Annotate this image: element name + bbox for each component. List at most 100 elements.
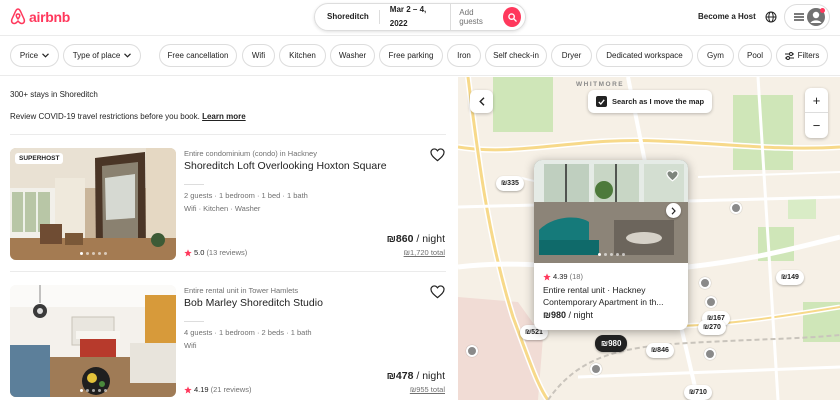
map-price-pin[interactable]: ₪846 [646, 343, 674, 358]
zoom-out-button[interactable]: − [805, 113, 828, 138]
listing-type: Entire condominium (condo) in Hackney [184, 149, 317, 158]
filter-label: Dedicated workspace [606, 51, 683, 60]
rating-value: 4.19 [194, 385, 209, 394]
map-card-photo [534, 160, 688, 263]
checkbox-checked[interactable] [596, 96, 607, 107]
listing-rating: 5.0 (13 reviews) [184, 248, 247, 257]
rating-value: 5.0 [194, 248, 205, 257]
search-guests[interactable]: Add guests [451, 8, 503, 26]
loft-photo [10, 148, 176, 260]
listing-title[interactable]: Shoreditch Loft Overlooking Hoxton Squar… [184, 160, 387, 172]
profile-menu-button[interactable] [784, 4, 830, 30]
zoom-in-button[interactable]: + [805, 88, 828, 113]
top-navbar: airbnb Shoreditch Mar 2 – 4, 2022 Add gu… [0, 0, 840, 36]
map-area-label: WHITMORE [576, 81, 625, 88]
language-button[interactable] [765, 10, 777, 28]
map-price-pin[interactable]: ₪270 [698, 320, 726, 335]
filter-free-parking[interactable]: Free parking [379, 44, 443, 67]
filter-price[interactable]: Price [10, 44, 59, 67]
filter-label: Dryer [561, 51, 582, 60]
filter-dedicated-workspace[interactable]: Dedicated workspace [596, 44, 693, 67]
map-location-pin[interactable] [466, 345, 478, 357]
listing-total-link[interactable]: ₪1,720 total [404, 248, 445, 257]
next-photo-button[interactable] [666, 203, 681, 218]
filter-free-cancellation[interactable]: Free cancellation [159, 44, 237, 67]
review-count: (18) [569, 272, 583, 281]
photo-pagination [10, 389, 176, 392]
search-button[interactable] [503, 7, 521, 27]
filter-label: Self check-in [493, 51, 539, 60]
listing-title[interactable]: Bob Marley Shoreditch Studio [184, 297, 323, 309]
filter-label: Gym [707, 51, 724, 60]
airbnb-logo[interactable]: airbnb [10, 8, 70, 25]
filter-label: Wifi [251, 51, 266, 60]
filter-kitchen[interactable]: Kitchen [279, 44, 326, 67]
map-location-pin[interactable] [730, 202, 742, 214]
filter-label: Iron [457, 51, 471, 60]
become-host-link[interactable]: Become a Host [698, 12, 756, 21]
save-listing-button[interactable] [666, 169, 679, 187]
save-listing-button[interactable] [430, 285, 445, 304]
filters-button[interactable]: Filters [776, 44, 828, 67]
check-icon [598, 98, 605, 105]
learn-more-link[interactable]: Learn more [202, 112, 246, 121]
map-price-pin[interactable]: ₪710 [684, 385, 712, 400]
map-price-pin[interactable]: ₪149 [776, 270, 804, 285]
listing-photo[interactable]: SUPERHOST [10, 148, 176, 260]
search-dates[interactable]: Mar 2 – 4, 2022 [380, 3, 452, 31]
rating-value: 4.39 [553, 272, 568, 281]
price-amount: ₪980 [543, 310, 566, 320]
covid-notice: Review COVID-19 travel restrictions befo… [10, 112, 246, 121]
filter-label: Free cancellation [167, 51, 229, 60]
map-location-pin[interactable] [705, 296, 717, 308]
listing-price: ₪860 / night [387, 233, 445, 245]
listing-photo[interactable] [10, 285, 176, 397]
map-location-pin[interactable] [699, 277, 711, 289]
star-icon [543, 272, 551, 280]
listing-amenities: Wifi [184, 341, 197, 350]
airbnb-logo-icon [10, 8, 26, 25]
globe-icon [765, 11, 777, 23]
filter-self-check-in[interactable]: Self check-in [485, 44, 547, 67]
filter-label: Free parking [388, 51, 434, 60]
filter-dryer[interactable]: Dryer [551, 44, 592, 67]
map-card-title: Entire rental unit · Hackney Contemporar… [543, 285, 664, 307]
review-count: (13 reviews) [206, 248, 248, 257]
avatar-icon [806, 8, 825, 26]
price-amount: ₪860 [386, 233, 414, 245]
filter-iron[interactable]: Iron [447, 44, 481, 67]
map-listing-card[interactable]: 4.39 (18) Entire rental unit · Hackney C… [534, 160, 688, 330]
search-as-move-toggle[interactable]: Search as I move the map [588, 90, 713, 113]
listing-card[interactable]: Entire rental unit in Tower Hamlets Bob … [10, 285, 446, 397]
chevron-left-icon [478, 97, 484, 106]
search-bar[interactable]: Shoreditch Mar 2 – 4, 2022 Add guests [314, 3, 526, 31]
map-location-pin[interactable] [704, 348, 716, 360]
price-per: / night [413, 370, 445, 382]
search-location[interactable]: Shoreditch [315, 10, 380, 24]
listing-card[interactable]: SUPERHOST Entire condominium (condo) in … [10, 148, 446, 260]
save-listing-button[interactable] [430, 148, 445, 167]
filter-label: Washer [338, 51, 367, 60]
filter-label: Price [19, 51, 39, 60]
listing-details: 4 guests · 1 bedroom · 2 beds · 1 bath [184, 328, 312, 337]
map-price-pin[interactable]: ₪335 [496, 176, 524, 191]
map-panel[interactable]: WHITMORE Search as I move the map + − ₪3… [458, 77, 840, 400]
map-location-pin[interactable] [590, 363, 602, 375]
listing-price: ₪478 / night [387, 370, 445, 382]
logo-text: airbnb [29, 8, 70, 25]
price-per: / night [413, 233, 445, 245]
listing-type: Entire rental unit in Tower Hamlets [184, 286, 299, 295]
map-price-pin-selected[interactable]: ₪980 [595, 335, 628, 352]
filter-label: Filters [797, 51, 820, 60]
filter-wifi[interactable]: Wifi [242, 44, 275, 67]
divider [184, 321, 204, 322]
map-card-rating: 4.39 (18) [543, 272, 583, 281]
covid-text: Review COVID-19 travel restrictions befo… [10, 112, 200, 121]
filter-gym[interactable]: Gym [697, 44, 734, 67]
listing-details: 2 guests · 1 bedroom · 1 bed · 1 bath [184, 191, 308, 200]
filter-pool[interactable]: Pool [738, 44, 772, 67]
filter-type-of-place[interactable]: Type of place [63, 44, 141, 67]
listing-total-link[interactable]: ₪955 total [410, 385, 445, 394]
filter-washer[interactable]: Washer [330, 44, 375, 67]
map-back-button[interactable] [470, 90, 493, 113]
